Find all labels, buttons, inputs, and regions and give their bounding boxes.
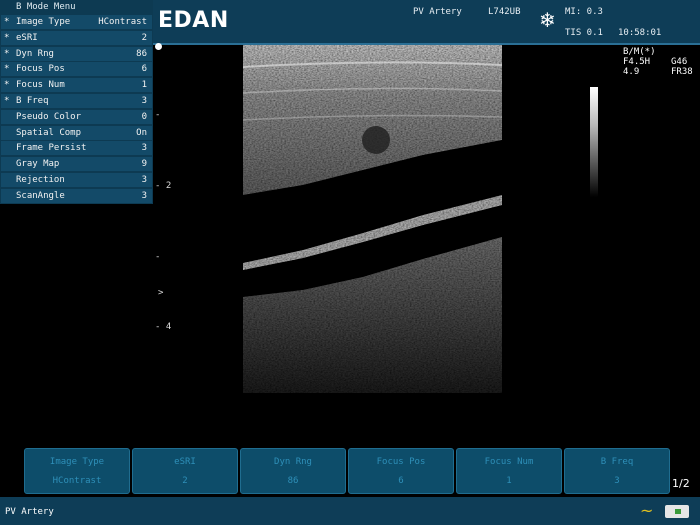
menu-item-value: 3 [141, 175, 147, 185]
focus-position-marker[interactable]: > [158, 288, 163, 298]
frequency-label: F4.5H [623, 57, 651, 67]
menu-item[interactable]: * Image Type HContrast [1, 15, 152, 29]
menu-item-label: Gray Map [16, 159, 60, 170]
menu-item-value: 3 [141, 96, 147, 106]
usb-storage-icon[interactable] [665, 505, 689, 518]
menu-title: B Mode Menu [16, 2, 76, 12]
menu-item-value: On [136, 127, 147, 138]
menu-item-value: 9 [141, 159, 147, 170]
menu-item-value: 3 [141, 190, 147, 201]
menu-item-label: Image Type [16, 17, 71, 27]
softkey-button[interactable]: eSRI 2 [132, 448, 238, 494]
menu-item-label: Frame Persist [16, 143, 87, 154]
softkey-label: Image Type [49, 457, 105, 467]
menu-item-label: eSRI [16, 32, 38, 43]
clock: 10:58:01 [618, 28, 662, 38]
tis-value: TIS 0.1 [565, 28, 603, 38]
menu-item[interactable]: * eSRI 2 [1, 30, 152, 45]
modified-marker: * [4, 48, 10, 59]
softkey-label: Dyn Rng [274, 457, 312, 467]
menu-item-value: 6 [141, 64, 147, 75]
softkey-value: 86 [287, 476, 299, 486]
mi-value: MI: 0.3 [565, 7, 603, 17]
probe-orientation-marker [155, 43, 162, 50]
ultrasound-image[interactable] [243, 45, 502, 393]
menu-item[interactable]: * Focus Num 1 [1, 78, 152, 93]
menu-item[interactable]: * B Freq 3 [1, 94, 152, 108]
modified-marker: * [4, 17, 10, 27]
depth-tick: - [155, 252, 161, 262]
brand-logo: EDAN [158, 8, 229, 33]
softkey-button[interactable]: Focus Pos 6 [348, 448, 454, 494]
menu-item[interactable]: * Dyn Rng 86 [1, 46, 152, 61]
menu-item-label: Focus Num [16, 80, 65, 91]
menu-item[interactable]: * Focus Pos 6 [1, 62, 152, 77]
softkey-value: 3 [614, 476, 620, 486]
menu-item-value: 86 [136, 48, 147, 59]
softkey-button[interactable]: B Freq 3 [564, 448, 670, 494]
frame-rate-label: FR38 [671, 67, 693, 77]
menu-item-label: B Freq [16, 96, 49, 106]
softkey-value: 2 [182, 476, 188, 486]
menu-item[interactable]: Frame Persist 3 [1, 141, 152, 156]
menu-item-value: HContrast [98, 17, 147, 27]
menu-item[interactable]: Spatial Comp On [1, 125, 152, 140]
menu-item-value: 2 [141, 32, 147, 43]
softkey-button[interactable]: Dyn Rng 86 [240, 448, 346, 494]
menu-item-label: Dyn Rng [16, 48, 54, 59]
status-bar [0, 497, 700, 525]
modified-marker: * [4, 32, 10, 43]
snowflake-icon[interactable]: ❄ [539, 10, 556, 30]
menu-item-value: 0 [141, 111, 147, 122]
status-exam-label: PV Artery [5, 507, 54, 517]
menu-item[interactable]: Rejection 3 [1, 173, 152, 187]
modified-marker: * [4, 80, 10, 91]
menu-item-value: 3 [141, 143, 147, 154]
softkey-value: 1 [506, 476, 512, 486]
softkey-label: Focus Pos [376, 457, 426, 467]
menu-item[interactable]: ScanAngle 3 [1, 188, 152, 203]
modified-marker: * [4, 96, 10, 106]
softkey-value: 6 [398, 476, 404, 486]
softkey-value: HContrast [52, 476, 102, 486]
menu-item-label: Pseudo Color [16, 111, 82, 122]
modified-marker: * [4, 64, 10, 75]
wave-icon: ~ [640, 501, 654, 520]
grayscale-bar [590, 87, 598, 197]
menu-item[interactable]: Gray Map 9 [1, 157, 152, 172]
depth-mark-2: - 2 [155, 181, 172, 191]
mode-label: B/M(*) [623, 47, 656, 57]
softkey-button[interactable]: Focus Num 1 [456, 448, 562, 494]
menu-item-value: 1 [141, 80, 147, 91]
probe-name: L742UB [488, 7, 521, 17]
depth-tick: - [155, 110, 161, 120]
softkey-label: Focus Num [484, 457, 534, 467]
menu-item-label: ScanAngle [16, 190, 65, 201]
page-indicator[interactable]: 1/2 [672, 477, 690, 490]
gain-label: G46 [671, 57, 688, 67]
softkey-label: eSRI [174, 457, 196, 467]
menu-item-label: Focus Pos [16, 64, 65, 75]
depth-mark-4: - 4 [155, 322, 172, 332]
menu-item[interactable]: Pseudo Color 0 [1, 109, 152, 124]
menu-item-label: Spatial Comp [16, 127, 82, 138]
menu-item-label: Rejection [16, 175, 65, 185]
exam-type: PV Artery [413, 7, 462, 17]
depth-label: 4.9 [623, 67, 640, 77]
softkey-button[interactable]: Image Type HContrast [24, 448, 130, 494]
softkey-label: B Freq [600, 457, 634, 467]
